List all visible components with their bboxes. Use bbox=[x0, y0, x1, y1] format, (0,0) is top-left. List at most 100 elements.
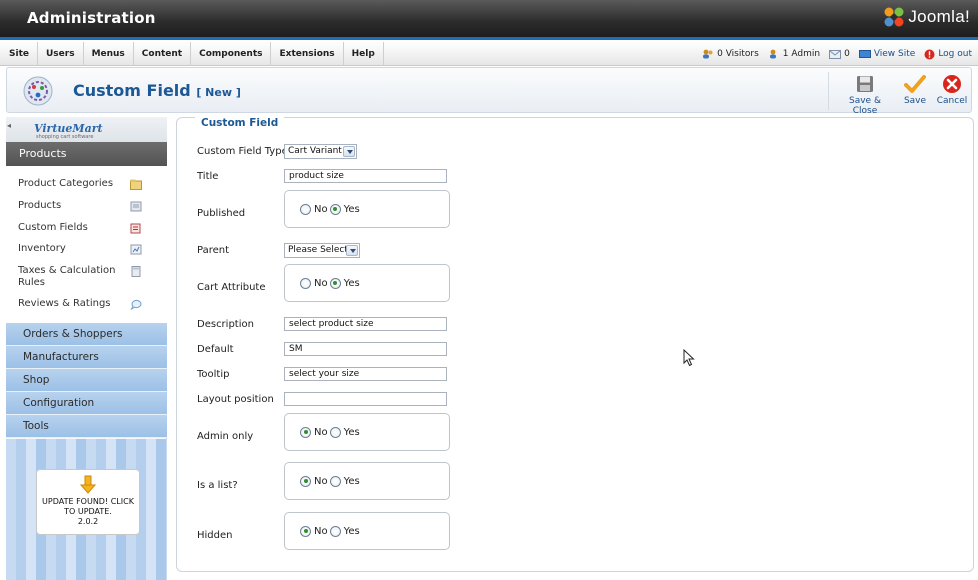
top-header: Administration Joomla! bbox=[0, 0, 978, 40]
joomla-logo: Joomla! bbox=[883, 6, 970, 28]
layout-position-input[interactable] bbox=[284, 392, 447, 406]
sidebar-section-manufacturers[interactable]: Manufacturers bbox=[6, 346, 167, 369]
sidebar-item-products[interactable]: Products bbox=[6, 200, 167, 212]
title-toolbar: Custom Field [ New ] Save & Close Save C… bbox=[6, 67, 972, 116]
sidebar-section-tools[interactable]: Tools bbox=[6, 415, 167, 438]
cancel-icon bbox=[943, 75, 961, 93]
hidden-label: Hidden bbox=[197, 530, 233, 541]
custom-field-form: Custom Field Custom Field Type: Cart Var… bbox=[176, 117, 974, 572]
page-title: Custom Field [ New ] bbox=[73, 81, 241, 100]
description-input[interactable]: select product size bbox=[284, 317, 447, 331]
logout-icon bbox=[924, 49, 935, 59]
custom-field-icon bbox=[23, 76, 53, 106]
sidebar-item-inventory[interactable]: Inventory bbox=[6, 243, 167, 255]
admins-status: 1 Admin bbox=[768, 49, 820, 59]
is-list-no-radio[interactable] bbox=[300, 475, 311, 487]
joomla-icon bbox=[884, 7, 904, 27]
sidebar-section-orders-shoppers[interactable]: Orders & Shoppers bbox=[6, 323, 167, 346]
published-no-radio[interactable] bbox=[300, 203, 311, 215]
view-site-link[interactable]: View Site bbox=[858, 49, 915, 59]
menu-components[interactable]: Components bbox=[191, 42, 272, 66]
checkmark-icon bbox=[904, 75, 926, 93]
admin-user-icon bbox=[769, 49, 776, 59]
users-icon bbox=[703, 49, 713, 59]
title-input[interactable]: product size bbox=[284, 169, 447, 183]
menu-users[interactable]: Users bbox=[38, 42, 84, 66]
custom-field-type-select[interactable]: Cart Variant bbox=[284, 144, 357, 159]
cart-attribute-no-radio[interactable] bbox=[300, 277, 311, 289]
download-arrow-icon bbox=[80, 475, 96, 494]
save-button[interactable]: Save bbox=[900, 74, 930, 106]
admin-title: Administration bbox=[27, 9, 156, 27]
box-icon bbox=[130, 201, 142, 212]
sidebar-section-shop[interactable]: Shop bbox=[6, 369, 167, 392]
cart-attribute-yes-radio[interactable] bbox=[329, 277, 341, 289]
menu-help[interactable]: Help bbox=[344, 42, 384, 66]
admin-only-yes-radio[interactable] bbox=[329, 426, 341, 438]
product-submenu: Product Categories Products Custom Field… bbox=[6, 166, 167, 323]
cancel-button[interactable]: Cancel bbox=[935, 74, 969, 106]
mail-icon bbox=[829, 49, 842, 59]
chevron-down-icon bbox=[346, 245, 358, 256]
title-label: Title bbox=[197, 171, 219, 182]
form-legend: Custom Field bbox=[195, 117, 285, 129]
mouse-cursor-icon bbox=[683, 349, 695, 367]
default-input[interactable]: SM bbox=[284, 342, 447, 356]
save-close-button[interactable]: Save & Close bbox=[837, 74, 893, 116]
update-notice-button[interactable]: UPDATE FOUND! CLICK TO UPDATE. 2.0.2 bbox=[36, 469, 140, 535]
sidebar: ◂ VirtueMart shopping cart software Prod… bbox=[6, 117, 167, 580]
is-list-label: Is a list? bbox=[197, 480, 238, 491]
monitor-icon bbox=[858, 49, 871, 58]
published-label: Published bbox=[197, 208, 246, 219]
layout-position-label: Layout position bbox=[197, 394, 274, 405]
tooltip-input[interactable]: select your size bbox=[284, 367, 447, 381]
hidden-yes-radio[interactable] bbox=[329, 525, 341, 537]
messages-status[interactable]: 0 bbox=[829, 49, 850, 59]
is-list-radio-group: No Yes bbox=[284, 462, 450, 500]
sidebar-item-product-categories[interactable]: Product Categories bbox=[6, 178, 167, 190]
tooltip-label: Tooltip bbox=[197, 369, 230, 380]
cart-attribute-radio-group: No Yes bbox=[284, 264, 450, 302]
sidebar-section-products[interactable]: Products bbox=[6, 142, 167, 166]
hidden-radio-group: No Yes bbox=[284, 512, 450, 550]
collapse-sidebar-icon[interactable]: ◂ bbox=[7, 121, 11, 139]
admin-only-radio-group: No Yes bbox=[284, 413, 450, 451]
published-radio-group: No Yes bbox=[284, 190, 450, 228]
virtuemart-logo: ◂ VirtueMart shopping cart software bbox=[6, 117, 167, 142]
menu-extensions[interactable]: Extensions bbox=[271, 42, 344, 66]
cart-attribute-label: Cart Attribute bbox=[197, 282, 266, 293]
floppy-icon bbox=[857, 76, 873, 92]
main-menubar: Site Users Menus Content Components Exte… bbox=[0, 42, 978, 66]
chevron-down-icon bbox=[343, 146, 355, 157]
admin-only-label: Admin only bbox=[197, 431, 254, 442]
menu-site[interactable]: Site bbox=[0, 42, 38, 66]
admin-only-no-radio[interactable] bbox=[300, 426, 311, 438]
sidebar-section-configuration[interactable]: Configuration bbox=[6, 392, 167, 415]
speech-bubble-icon bbox=[130, 299, 142, 310]
is-list-yes-radio[interactable] bbox=[329, 475, 341, 487]
page-subtitle: [ New ] bbox=[196, 86, 241, 99]
menu-content[interactable]: Content bbox=[134, 42, 192, 66]
description-label: Description bbox=[197, 319, 254, 330]
logout-link[interactable]: Log out bbox=[924, 49, 972, 60]
hidden-no-radio[interactable] bbox=[300, 525, 311, 537]
calculator-icon bbox=[131, 266, 141, 277]
default-label: Default bbox=[197, 344, 234, 355]
folder-icon bbox=[130, 179, 142, 190]
update-text: UPDATE FOUND! CLICK TO UPDATE. bbox=[42, 497, 134, 516]
inventory-icon bbox=[130, 244, 142, 255]
status-bar: 0 Visitors 1 Admin 0 View Site Log out bbox=[702, 42, 972, 66]
published-yes-radio[interactable] bbox=[329, 203, 341, 215]
sidebar-item-custom-fields[interactable]: Custom Fields bbox=[6, 222, 167, 234]
menu-menus[interactable]: Menus bbox=[84, 42, 134, 66]
visitors-status: 0 Visitors bbox=[702, 49, 759, 59]
update-version: 2.0.2 bbox=[77, 517, 99, 526]
custom-field-type-label: Custom Field Type: bbox=[197, 146, 292, 157]
sidebar-item-taxes-calculation-rules[interactable]: Taxes & Calculation Rules bbox=[6, 265, 167, 289]
sidebar-item-reviews-ratings[interactable]: Reviews & Ratings bbox=[6, 298, 167, 310]
joomla-wordmark: Joomla! bbox=[908, 7, 970, 26]
parent-select[interactable]: Please Select bbox=[284, 243, 360, 258]
toolbar-divider bbox=[828, 72, 829, 110]
parent-label: Parent bbox=[197, 245, 230, 256]
custom-fields-icon bbox=[130, 223, 141, 234]
